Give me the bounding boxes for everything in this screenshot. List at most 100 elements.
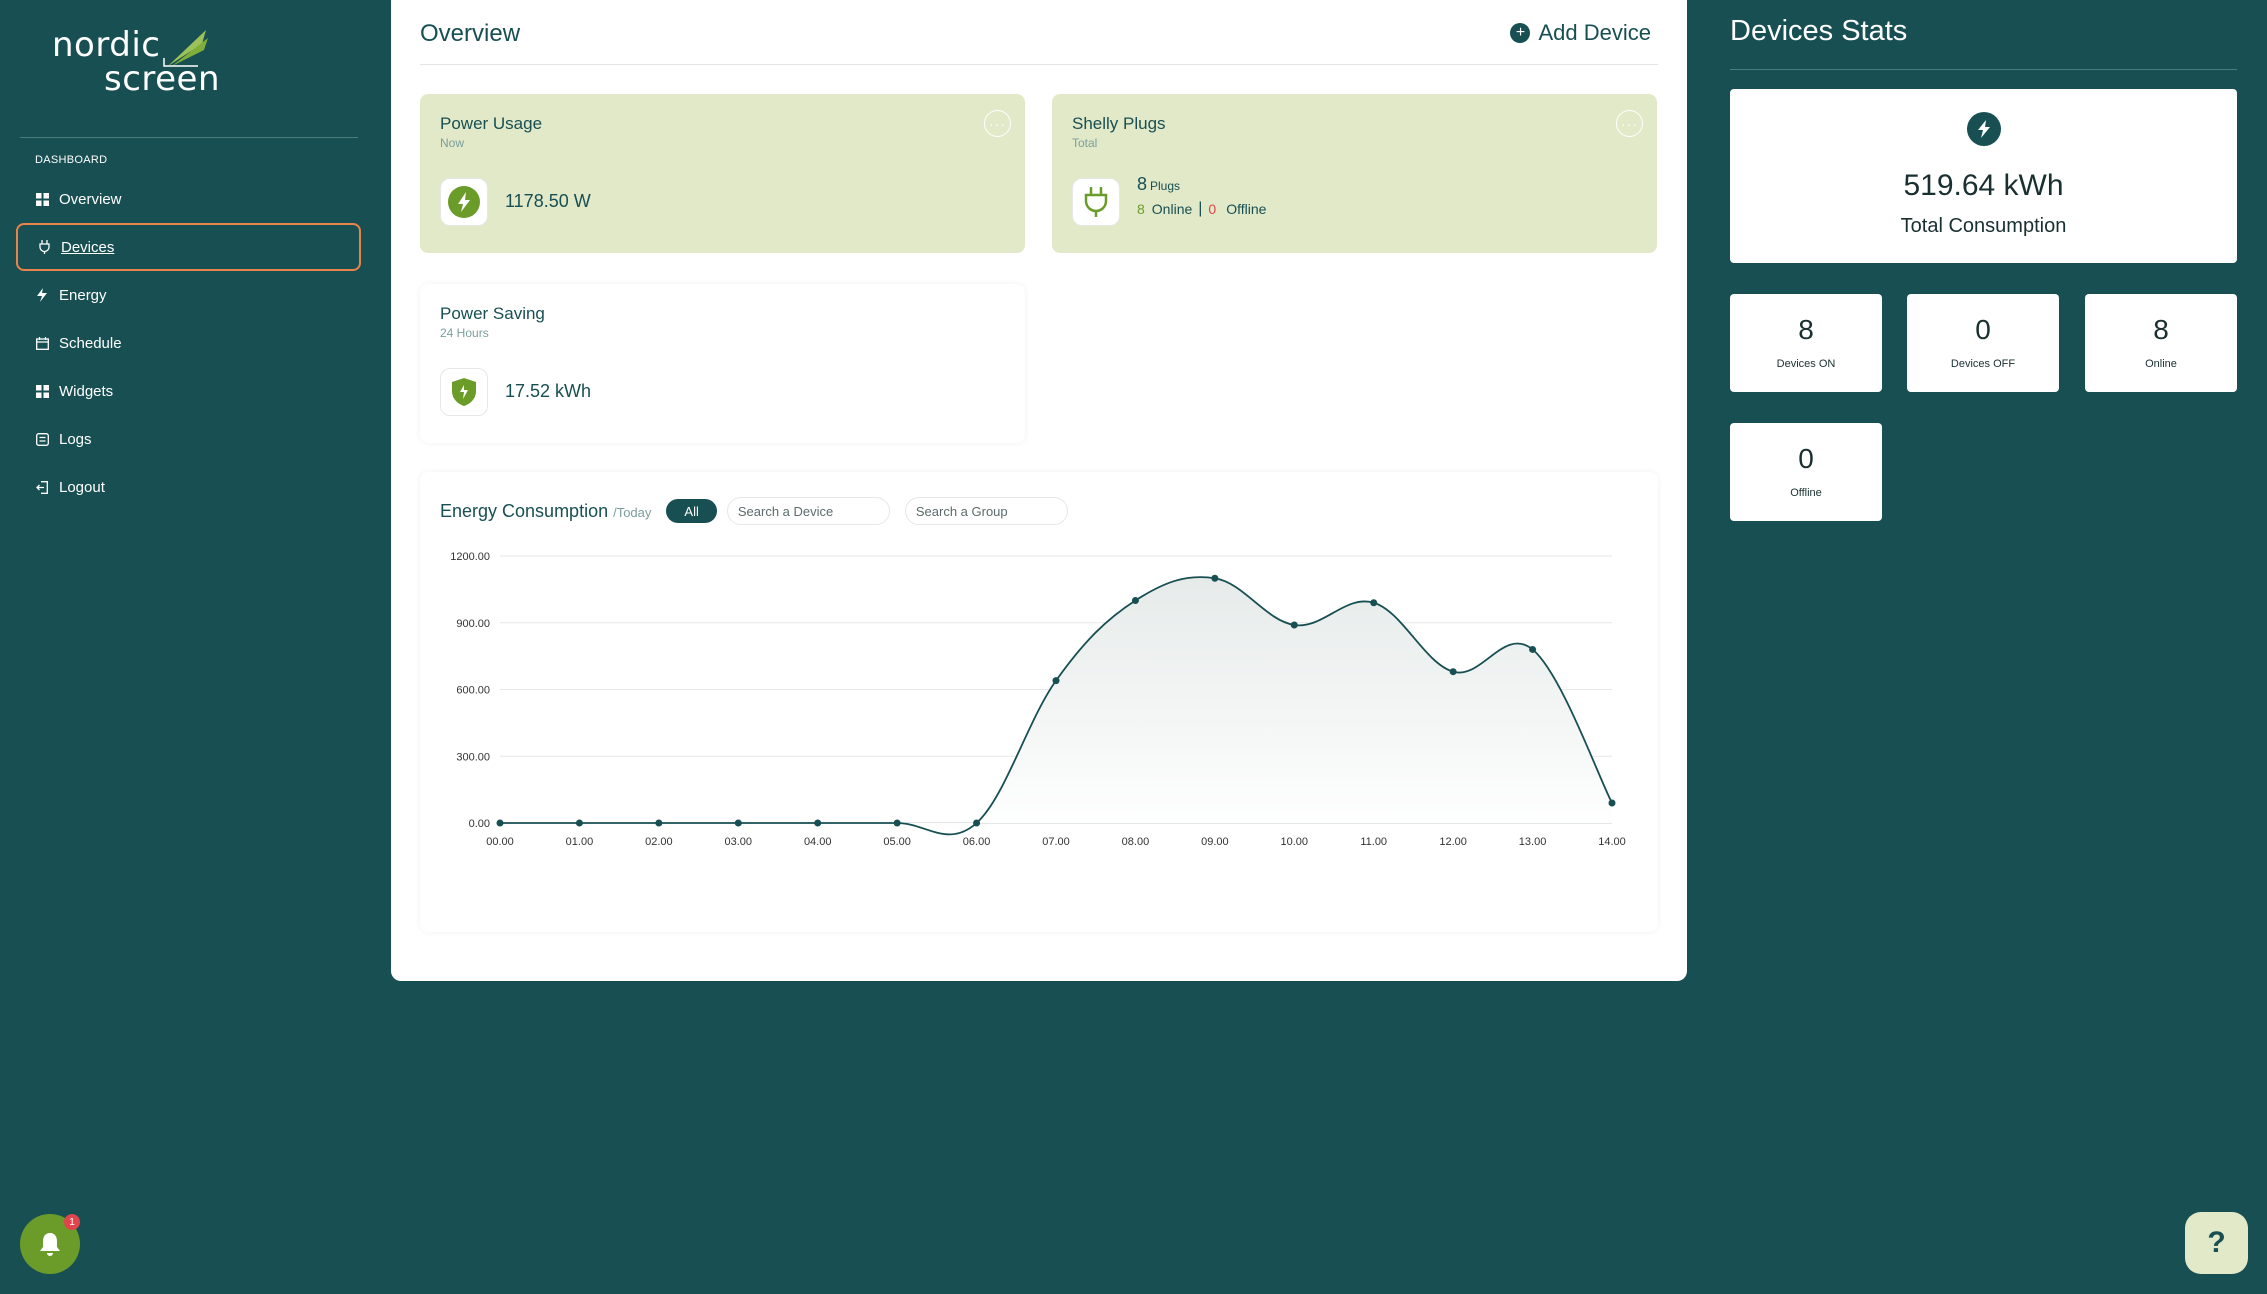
card-title: Shelly Plugs — [1072, 114, 1166, 133]
plugs-count-value: 8 — [1137, 174, 1148, 194]
more-options-button[interactable]: ··· — [984, 110, 1011, 137]
sidebar-item-label: Energy — [59, 286, 107, 304]
shield-icon-box — [440, 368, 488, 416]
search-group-input[interactable] — [904, 497, 1068, 525]
data-point — [1370, 599, 1378, 607]
offline-label: Offline — [1226, 201, 1267, 217]
data-point — [575, 819, 583, 827]
card-title: Power Saving — [440, 304, 545, 323]
x-tick-label: 10.00 — [1281, 836, 1309, 848]
shield-icon — [452, 378, 476, 406]
chart-header: Energy Consumption /Today All — [440, 497, 1068, 525]
header-divider — [420, 64, 1658, 65]
stat-value: 0 — [1798, 443, 1814, 474]
offline-count: 0 — [1208, 201, 1217, 217]
online-label: Online — [1151, 201, 1193, 217]
stats-title: Devices Stats — [1730, 15, 1908, 47]
x-tick-label: 02.00 — [645, 836, 673, 848]
sidebar-item-label: Schedule — [59, 334, 122, 352]
sidebar-item-devices[interactable]: Devices — [16, 223, 361, 271]
sidebar-item-energy[interactable]: Energy — [16, 271, 361, 319]
y-tick-label: 0.00 — [469, 818, 490, 830]
plus-circle-icon: + — [1510, 23, 1531, 43]
power-icon-box — [440, 178, 488, 226]
x-tick-label: 00.00 — [486, 836, 514, 848]
y-tick-label: 1200.00 — [450, 551, 490, 563]
x-tick-label: 11.00 — [1360, 836, 1387, 848]
sidebar-nav: Overview Devices Energy Schedule Widgets — [16, 175, 361, 511]
sidebar-item-label: Devices — [61, 238, 115, 256]
sidebar-item-label: Logs — [59, 430, 92, 448]
x-tick-label: 14.00 — [1598, 836, 1626, 848]
x-tick-label: 01.00 — [566, 836, 594, 848]
x-tick-label: 04.00 — [804, 836, 832, 848]
stat-label: Devices OFF — [1950, 358, 2016, 370]
power-usage-card: Power Usage Now ··· 1178.50 W — [420, 94, 1025, 253]
bell-icon — [40, 1233, 60, 1256]
card-title: Power Usage — [440, 114, 543, 133]
stat-value: 8 — [2153, 314, 2169, 345]
stat-value: 0 — [1975, 314, 1991, 345]
card-subtitle: Total — [1072, 136, 1098, 150]
devices-off-card: 0 Devices OFF — [1907, 294, 2059, 392]
logout-icon — [35, 480, 49, 494]
stat-label: Online — [2145, 358, 2177, 370]
x-tick-label: 05.00 — [883, 836, 911, 848]
total-consumption-value: 519.64 kWh — [1903, 169, 2064, 202]
more-options-button[interactable]: ··· — [1616, 110, 1643, 137]
series-area — [500, 577, 1612, 835]
sidebar-item-overview[interactable]: Overview — [16, 175, 361, 223]
widgets-icon — [35, 384, 49, 398]
total-consumption-label: Total Consumption — [1900, 215, 2067, 237]
online-card: 8 Online — [2085, 294, 2237, 392]
status-separator: | — [1198, 200, 1203, 217]
sidebar-divider — [20, 137, 358, 138]
overview-panel: Overview + Add Device Power Usage Now ··… — [391, 0, 1687, 981]
data-point — [1290, 621, 1298, 629]
data-point — [1052, 677, 1060, 685]
y-tick-label: 900.00 — [456, 618, 490, 630]
plugs-status: 8 Online | 0 Offline — [1137, 200, 1266, 218]
online-count: 8 — [1137, 201, 1145, 217]
data-point — [1529, 645, 1537, 653]
y-tick-label: 600.00 — [456, 685, 490, 697]
sidebar: nordic screen DASHBOARD Overview Devices — [0, 0, 378, 1294]
data-point — [1211, 574, 1219, 582]
data-point — [496, 819, 504, 827]
add-device-label: Add Device — [1538, 20, 1651, 45]
sidebar-item-widgets[interactable]: Widgets — [16, 367, 361, 415]
grid-icon — [35, 192, 49, 206]
wing-logo-icon — [163, 30, 208, 67]
data-point — [655, 819, 663, 827]
bolt-icon — [35, 288, 49, 302]
stat-value: 8 — [1798, 314, 1814, 345]
filter-all-button[interactable]: All — [666, 499, 717, 523]
x-tick-label: 12.00 — [1439, 836, 1467, 848]
logs-icon — [35, 432, 49, 446]
power-saving-card: Power Saving 24 Hours 17.52 kWh — [420, 284, 1025, 443]
nordic-screen-logo[interactable]: nordic screen — [52, 28, 252, 98]
data-point — [893, 819, 901, 827]
offline-card: 0 Offline — [1730, 423, 1882, 521]
plug-icon — [1084, 187, 1108, 217]
card-subtitle: Now — [440, 136, 465, 150]
data-point — [1608, 799, 1616, 807]
x-tick-label: 09.00 — [1201, 836, 1229, 848]
sidebar-item-label: Widgets — [59, 382, 114, 400]
sidebar-item-logout[interactable]: Logout — [16, 463, 361, 511]
x-tick-label: 07.00 — [1042, 836, 1070, 848]
shelly-plugs-card: Shelly Plugs Total ··· 8 Plugs 8 Online |… — [1052, 94, 1657, 253]
sidebar-section-label: DASHBOARD — [35, 154, 108, 166]
help-button[interactable]: ? — [2185, 1212, 2248, 1274]
sidebar-item-label: Logout — [59, 478, 105, 496]
calendar-icon — [35, 336, 49, 350]
chart-period: /Today — [613, 505, 652, 520]
data-point — [1131, 597, 1139, 604]
data-point — [734, 819, 742, 827]
sidebar-item-schedule[interactable]: Schedule — [16, 319, 361, 367]
add-device-button[interactable]: + Add Device — [1510, 20, 1651, 46]
sidebar-item-logs[interactable]: Logs — [16, 415, 361, 463]
y-tick-label: 300.00 — [456, 751, 490, 763]
sidebar-item-label: Overview — [59, 190, 122, 208]
search-device-input[interactable] — [726, 497, 890, 525]
